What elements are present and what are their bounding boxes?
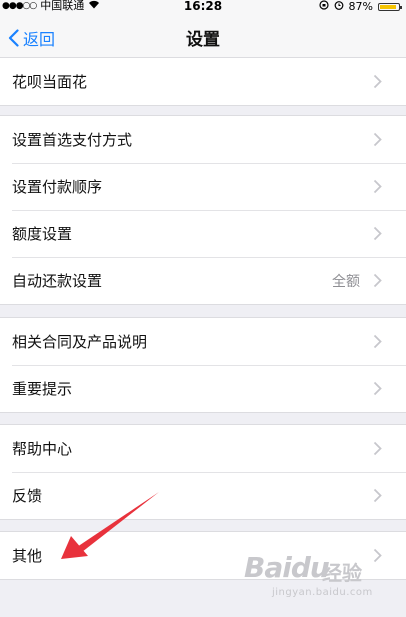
row-label: 设置首选支付方式 (12, 131, 133, 149)
row-label: 设置付款顺序 (12, 178, 103, 196)
row-label: 其他 (12, 547, 43, 565)
row-label: 反馈 (12, 487, 43, 505)
row-payment-order[interactable]: 设置付款顺序 (0, 163, 406, 210)
row-huabei-face-pay[interactable]: 花呗当面花 (0, 58, 406, 105)
chevron-right-icon (373, 334, 382, 349)
row-preferred-payment[interactable]: 设置首选支付方式 (0, 116, 406, 163)
chevron-right-icon (373, 488, 382, 503)
watermark-sub: 经验 (322, 561, 362, 585)
settings-group-huabei: 花呗当面花 (0, 57, 406, 106)
chevron-right-icon (373, 441, 382, 456)
watermark-brand: Baidu (244, 551, 330, 584)
watermark-url: jingyan.baidu.com (272, 587, 373, 598)
battery-icon (378, 2, 402, 11)
chevron-right-icon (373, 179, 382, 194)
row-contracts[interactable]: 相关合同及产品说明 (0, 318, 406, 365)
annotation-arrow-icon (61, 492, 159, 559)
row-label: 额度设置 (12, 225, 73, 243)
settings-group-legal: 相关合同及产品说明 重要提示 (0, 317, 406, 413)
chevron-right-icon (373, 273, 382, 288)
row-label: 自动还款设置 (12, 272, 103, 290)
row-label: 重要提示 (12, 380, 73, 398)
chevron-right-icon (373, 226, 382, 241)
battery-percent: 87% (348, 0, 373, 13)
chevron-right-icon (373, 381, 382, 396)
row-label: 相关合同及产品说明 (12, 333, 148, 351)
settings-group-payment: 设置首选支付方式 设置付款顺序 额度设置 自动还款设置 全额 (0, 115, 406, 305)
navigation-bar: 返回 设置 (0, 12, 406, 61)
baidu-watermark: Baidu 经验 jingyan.baidu.com (244, 547, 384, 599)
row-value: 全额 (332, 273, 360, 290)
row-important-notice[interactable]: 重要提示 (0, 365, 406, 412)
row-auto-repay[interactable]: 自动还款设置 全额 (0, 257, 406, 304)
chevron-right-icon (373, 132, 382, 147)
row-label: 帮助中心 (12, 440, 73, 458)
page-title: 设置 (186, 30, 220, 50)
chevron-right-icon (373, 74, 382, 89)
row-help-center[interactable]: 帮助中心 (0, 425, 406, 472)
status-bar: ●●●○○ 中国联通 16:28 87% (0, 0, 406, 12)
row-credit-limit[interactable]: 额度设置 (0, 210, 406, 257)
row-label: 花呗当面花 (12, 73, 88, 91)
